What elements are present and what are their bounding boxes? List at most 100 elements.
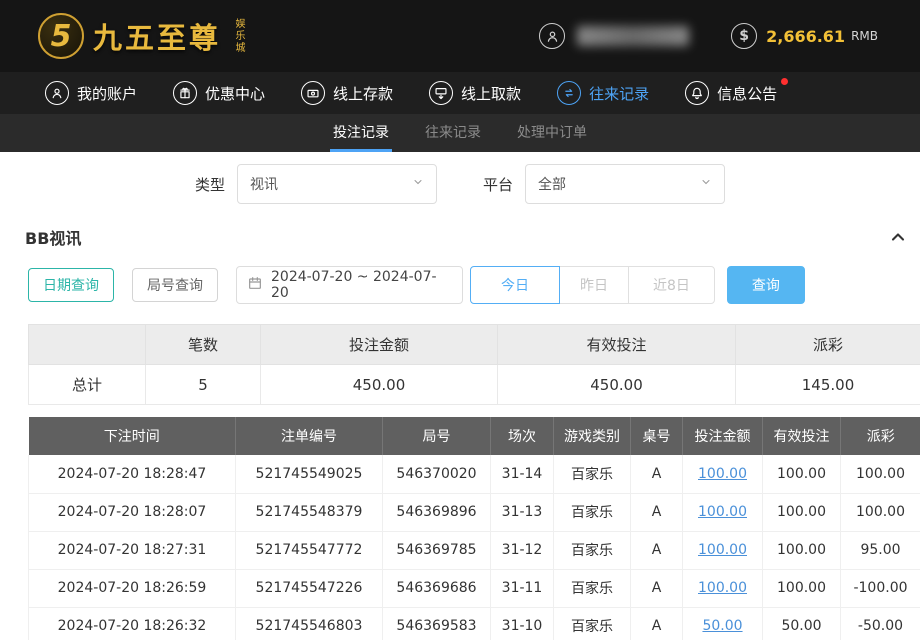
cell-table-number: A <box>631 607 683 640</box>
table-header-row: 下注时间 注单编号 局号 场次 游戏类别 桌号 投注金额 有效投注 派彩 <box>29 417 920 455</box>
type-select[interactable]: 视讯 <box>237 164 437 204</box>
cell-table-number: A <box>631 569 683 607</box>
nav-item-my-account[interactable]: 我的账户 <box>45 81 137 105</box>
notification-dot <box>781 78 788 85</box>
header-table-number: 桌号 <box>631 417 683 455</box>
summary-total-row: 总计 5 450.00 450.00 145.00 <box>29 365 920 405</box>
cell-session: 31-11 <box>491 569 554 607</box>
nav-label: 往来记录 <box>589 83 649 104</box>
nav-label: 线上存款 <box>333 83 393 104</box>
round-query-button[interactable]: 局号查询 <box>132 268 218 302</box>
cell-valid-bet: 100.00 <box>763 531 841 569</box>
account-icon <box>45 81 69 105</box>
chevron-down-icon <box>700 176 712 192</box>
sub-nav: 投注记录 往来记录 处理中订单 <box>0 114 920 152</box>
header-bet-time: 下注时间 <box>29 417 236 455</box>
page: 5 九五至尊 娱乐城 $ 2,666.61 RMB 我的账户 优惠中心 <box>0 0 920 640</box>
bet-amount-link[interactable]: 100.00 <box>698 466 747 482</box>
recent-8-days-button[interactable]: 近8日 <box>628 266 715 304</box>
cell-bet-time: 2024-07-20 18:26:32 <box>29 607 236 640</box>
cell-bet-amount: 100.00 <box>683 569 763 607</box>
search-button[interactable]: 查询 <box>727 266 805 304</box>
cell-game-type: 百家乐 <box>554 569 631 607</box>
cell-game-type: 百家乐 <box>554 607 631 640</box>
logo-subtitle: 娱乐城 <box>232 18 244 54</box>
summary-valid: 450.00 <box>498 365 736 405</box>
header-round-number: 局号 <box>383 417 491 455</box>
yesterday-button[interactable]: 昨日 <box>559 266 629 304</box>
user-avatar-icon[interactable] <box>539 23 565 49</box>
tab-bet-records[interactable]: 投注记录 <box>330 114 392 152</box>
nav-item-deposit[interactable]: 线上存款 <box>301 81 393 105</box>
nav-label: 信息公告 <box>717 83 777 104</box>
bet-amount-link[interactable]: 100.00 <box>698 580 747 596</box>
table-row: 2024-07-20 18:28:07 521745548379 5463698… <box>29 493 920 531</box>
summary-header-valid: 有效投注 <box>498 325 736 365</box>
summary-header-blank <box>29 325 146 365</box>
cell-order-number: 521745547772 <box>236 531 383 569</box>
cell-table-number: A <box>631 531 683 569</box>
cell-valid-bet: 50.00 <box>763 607 841 640</box>
bet-amount-link[interactable]: 50.00 <box>702 618 742 634</box>
nav-label: 我的账户 <box>77 83 137 104</box>
summary-table: 笔数 投注金额 有效投注 派彩 总计 5 450.00 450.00 145.0… <box>28 324 920 405</box>
type-select-value: 视讯 <box>250 174 278 194</box>
cell-payout: 100.00 <box>841 493 920 531</box>
cell-table-number: A <box>631 493 683 531</box>
summary-header-count: 笔数 <box>146 325 261 365</box>
nav-item-withdraw[interactable]: 线上取款 <box>429 81 521 105</box>
cell-payout: 95.00 <box>841 531 920 569</box>
filter-row: 类型 视讯 平台 全部 <box>0 164 920 204</box>
date-range-value: 2024-07-20 ~ 2024-07-20 <box>271 269 452 301</box>
cell-bet-time: 2024-07-20 18:28:07 <box>29 493 236 531</box>
cell-game-type: 百家乐 <box>554 455 631 493</box>
tab-transfer-records[interactable]: 往来记录 <box>422 114 484 152</box>
cell-order-number: 521745549025 <box>236 455 383 493</box>
table-row: 2024-07-20 18:27:31 521745547772 5463697… <box>29 531 920 569</box>
collapse-section-button[interactable] <box>888 227 908 247</box>
cell-order-number: 521745548379 <box>236 493 383 531</box>
cell-round-number: 546369686 <box>383 569 491 607</box>
bell-icon <box>685 81 709 105</box>
cell-payout: 100.00 <box>841 455 920 493</box>
tab-processing-orders[interactable]: 处理中订单 <box>514 114 590 152</box>
today-button[interactable]: 今日 <box>470 266 560 304</box>
bet-amount-link[interactable]: 100.00 <box>698 542 747 558</box>
nav-item-announcements[interactable]: 信息公告 <box>685 81 777 105</box>
header-order-number: 注单编号 <box>236 417 383 455</box>
nav-item-promotions[interactable]: 优惠中心 <box>173 81 265 105</box>
transfer-records-icon <box>557 81 581 105</box>
platform-select[interactable]: 全部 <box>525 164 725 204</box>
summary-count: 5 <box>146 365 261 405</box>
cell-session: 31-12 <box>491 531 554 569</box>
table-row: 2024-07-20 18:26:32 521745546803 5463695… <box>29 607 920 640</box>
header-payout: 派彩 <box>841 417 920 455</box>
query-toolbar: 日期查询 局号查询 2024-07-20 ~ 2024-07-20 今日 昨日 … <box>28 266 920 304</box>
site-logo[interactable]: 5 九五至尊 娱乐城 <box>38 13 244 59</box>
cell-bet-time: 2024-07-20 18:27:31 <box>29 531 236 569</box>
nav-label: 线上取款 <box>461 83 521 104</box>
summary-total-label: 总计 <box>29 365 146 405</box>
chevron-down-icon <box>412 176 424 192</box>
withdraw-icon <box>429 81 453 105</box>
cell-bet-time: 2024-07-20 18:28:47 <box>29 455 236 493</box>
date-range-input[interactable]: 2024-07-20 ~ 2024-07-20 <box>236 266 463 304</box>
bet-records-table: 下注时间 注单编号 局号 场次 游戏类别 桌号 投注金额 有效投注 派彩 202… <box>28 417 920 640</box>
cell-session: 31-13 <box>491 493 554 531</box>
cell-bet-amount: 100.00 <box>683 531 763 569</box>
date-query-button[interactable]: 日期查询 <box>28 268 114 302</box>
summary-payout: 145.00 <box>736 365 920 405</box>
nav-item-records[interactable]: 往来记录 <box>557 81 649 105</box>
cell-bet-amount: 50.00 <box>683 607 763 640</box>
table-row: 2024-07-20 18:28:47 521745549025 5463700… <box>29 455 920 493</box>
cell-round-number: 546370020 <box>383 455 491 493</box>
chevron-up-icon <box>888 227 908 247</box>
main-nav: 我的账户 优惠中心 线上存款 线上取款 往来记录 <box>0 72 920 114</box>
header-valid-bet: 有效投注 <box>763 417 841 455</box>
bet-amount-link[interactable]: 100.00 <box>698 504 747 520</box>
cell-bet-time: 2024-07-20 18:26:59 <box>29 569 236 607</box>
cell-valid-bet: 100.00 <box>763 455 841 493</box>
summary-header-row: 笔数 投注金额 有效投注 派彩 <box>29 325 920 365</box>
platform-select-value: 全部 <box>538 174 566 194</box>
calendar-icon <box>247 275 263 295</box>
